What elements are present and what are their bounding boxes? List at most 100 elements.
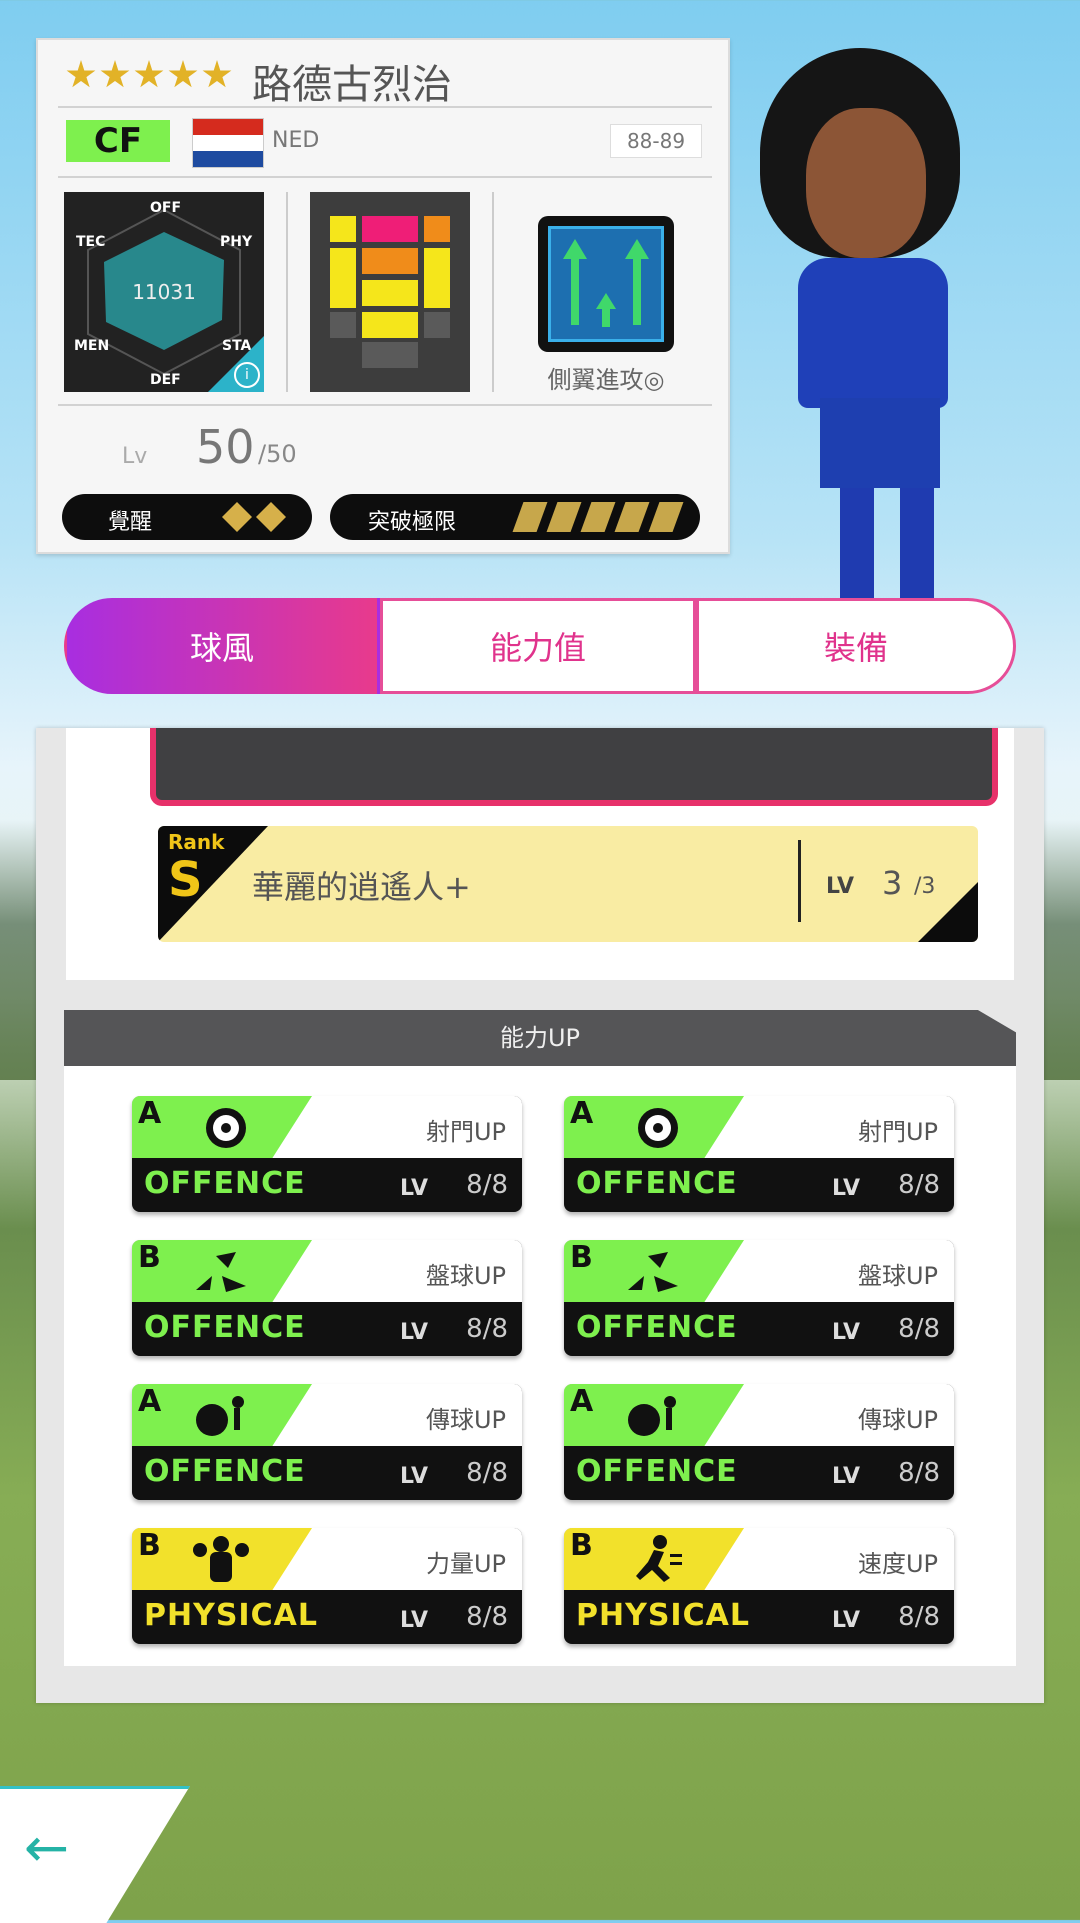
- level-value: 50: [196, 420, 255, 474]
- radar-label-phy: PHY: [220, 234, 253, 250]
- running-icon: [636, 1535, 682, 1582]
- avatar-face: [806, 108, 926, 258]
- ability-lv: 8/8: [898, 1458, 940, 1488]
- ability-lv-label: LV: [400, 1464, 429, 1489]
- ability-card[interactable]: B 盤球UP OFFENCE LV 8/8: [564, 1240, 954, 1356]
- avatar-shorts: [820, 398, 940, 488]
- pass-kick-icon: [628, 1396, 676, 1436]
- rarity-stars: [66, 60, 232, 90]
- soccer-ball-shot-icon: [206, 1108, 246, 1148]
- player-card: 路德古烈治 CF NED 88-89 OFF PHY STA DEF MEN T…: [36, 38, 730, 554]
- ability-name: 射門UP: [857, 1118, 938, 1146]
- ability-grade: A: [570, 1096, 594, 1131]
- divider: [58, 106, 712, 108]
- ability-name: 盤球UP: [425, 1262, 506, 1290]
- limit-stripe-icon: [512, 502, 548, 532]
- ability-category: OFFENCE: [576, 1454, 738, 1489]
- skill-section: Rank S 華麗的逍遙人+ LV 3 /3: [66, 728, 1014, 980]
- divider: [58, 404, 712, 406]
- back-arrow-icon: ←: [24, 1816, 70, 1879]
- limit-break-label: 突破極限: [368, 510, 457, 535]
- radar-label-sta: STA: [222, 338, 252, 354]
- radar-label-tec: TEC: [76, 234, 106, 250]
- divider: [798, 840, 801, 922]
- ability-name: 傳球UP: [425, 1406, 506, 1434]
- info-icon[interactable]: i: [234, 362, 260, 388]
- country-code: NED: [272, 128, 320, 153]
- ability-card[interactable]: B 盤球UP OFFENCE LV 8/8: [132, 1240, 522, 1356]
- ability-grade: A: [138, 1096, 162, 1131]
- tab-style[interactable]: 球風: [64, 598, 380, 694]
- overall-value: 11031: [132, 280, 196, 304]
- avatar-shirt: [798, 258, 948, 408]
- ability-category: OFFENCE: [144, 1454, 306, 1489]
- star-icon: [202, 60, 232, 88]
- ability-grade: B: [138, 1528, 161, 1563]
- radar-label-def: DEF: [150, 372, 181, 388]
- ability-up-header: 能力UP: [64, 1010, 1016, 1066]
- star-icon: [100, 60, 130, 88]
- dribble-arrows-icon: [628, 1252, 678, 1292]
- ability-category: OFFENCE: [576, 1166, 738, 1201]
- limit-break-pill[interactable]: 突破極限: [330, 494, 700, 540]
- limit-stripe-icon: [648, 502, 684, 532]
- ability-lv-label: LV: [400, 1176, 429, 1201]
- ability-lv-label: LV: [832, 1320, 861, 1345]
- ability-lv: 8/8: [466, 1458, 508, 1488]
- tab-equipment[interactable]: 裝備: [696, 598, 1016, 694]
- skill-preview-box: [150, 728, 998, 806]
- divider: [492, 192, 494, 392]
- ability-name: 盤球UP: [857, 1262, 938, 1290]
- ability-name: 射門UP: [425, 1118, 506, 1146]
- awaken-diamond-icon: [222, 502, 252, 532]
- star-icon: [134, 60, 164, 88]
- ability-category: OFFENCE: [144, 1310, 306, 1345]
- avatar-leg: [840, 488, 874, 598]
- skill-name: 華麗的逍遙人+: [252, 868, 471, 906]
- awaken-diamond-icon: [256, 502, 286, 532]
- awaken-label: 覺醒: [108, 510, 153, 535]
- ability-lv-label: LV: [832, 1608, 861, 1633]
- level-max: /50: [258, 440, 297, 468]
- soccer-ball-shot-icon: [638, 1108, 678, 1148]
- ability-lv: 8/8: [466, 1170, 508, 1200]
- ability-lv: 8/8: [466, 1314, 508, 1344]
- ability-card[interactable]: A 射門UP OFFENCE LV 8/8: [132, 1096, 522, 1212]
- position-badge: CF: [66, 120, 170, 162]
- divider: [286, 192, 288, 392]
- ability-name: 力量UP: [425, 1550, 506, 1578]
- ability-grade: B: [570, 1240, 593, 1275]
- ability-category: PHYSICAL: [576, 1598, 750, 1633]
- skill-lv: 3: [882, 864, 903, 902]
- ability-lv: 8/8: [898, 1602, 940, 1632]
- ability-grade: B: [138, 1240, 161, 1275]
- ability-list: A 射門UP OFFENCE LV 8/8 A 射門UP OFFENCE LV …: [64, 1066, 1016, 1666]
- ability-card[interactable]: B 力量UP PHYSICAL LV 8/8: [132, 1528, 522, 1644]
- formation-grid[interactable]: [310, 192, 470, 392]
- tactic-label: 側翼進攻◎: [547, 366, 665, 394]
- skill-lv-label: LV: [826, 874, 855, 899]
- limit-stripe-icon: [614, 502, 650, 532]
- avatar-leg: [900, 488, 934, 598]
- radar-label-off: OFF: [150, 200, 182, 216]
- stats-radar[interactable]: OFF PHY STA DEF MEN TEC 11031 i: [64, 192, 264, 392]
- ability-grade: A: [138, 1384, 162, 1419]
- ability-card[interactable]: A 射門UP OFFENCE LV 8/8: [564, 1096, 954, 1212]
- ability-grade: B: [570, 1528, 593, 1563]
- awaken-pill[interactable]: 覺醒: [62, 494, 312, 540]
- ability-name: 速度UP: [857, 1550, 938, 1578]
- star-icon: [168, 60, 198, 88]
- ability-lv-label: LV: [400, 1608, 429, 1633]
- tab-stats[interactable]: 能力值: [380, 598, 696, 694]
- limit-stripe-icon: [546, 502, 582, 532]
- netherlands-flag-icon: [192, 118, 264, 168]
- ability-card[interactable]: B 速度UP PHYSICAL LV 8/8: [564, 1528, 954, 1644]
- wing-attack-tactic-icon[interactable]: [538, 216, 674, 352]
- ability-card[interactable]: A 傳球UP OFFENCE LV 8/8: [564, 1384, 954, 1500]
- ability-lv-label: LV: [400, 1320, 429, 1345]
- ability-card[interactable]: A 傳球UP OFFENCE LV 8/8: [132, 1384, 522, 1500]
- skill-item[interactable]: Rank S 華麗的逍遙人+ LV 3 /3: [158, 826, 978, 942]
- ability-category: OFFENCE: [576, 1310, 738, 1345]
- ability-name: 傳球UP: [857, 1406, 938, 1434]
- radar-label-men: MEN: [74, 338, 110, 354]
